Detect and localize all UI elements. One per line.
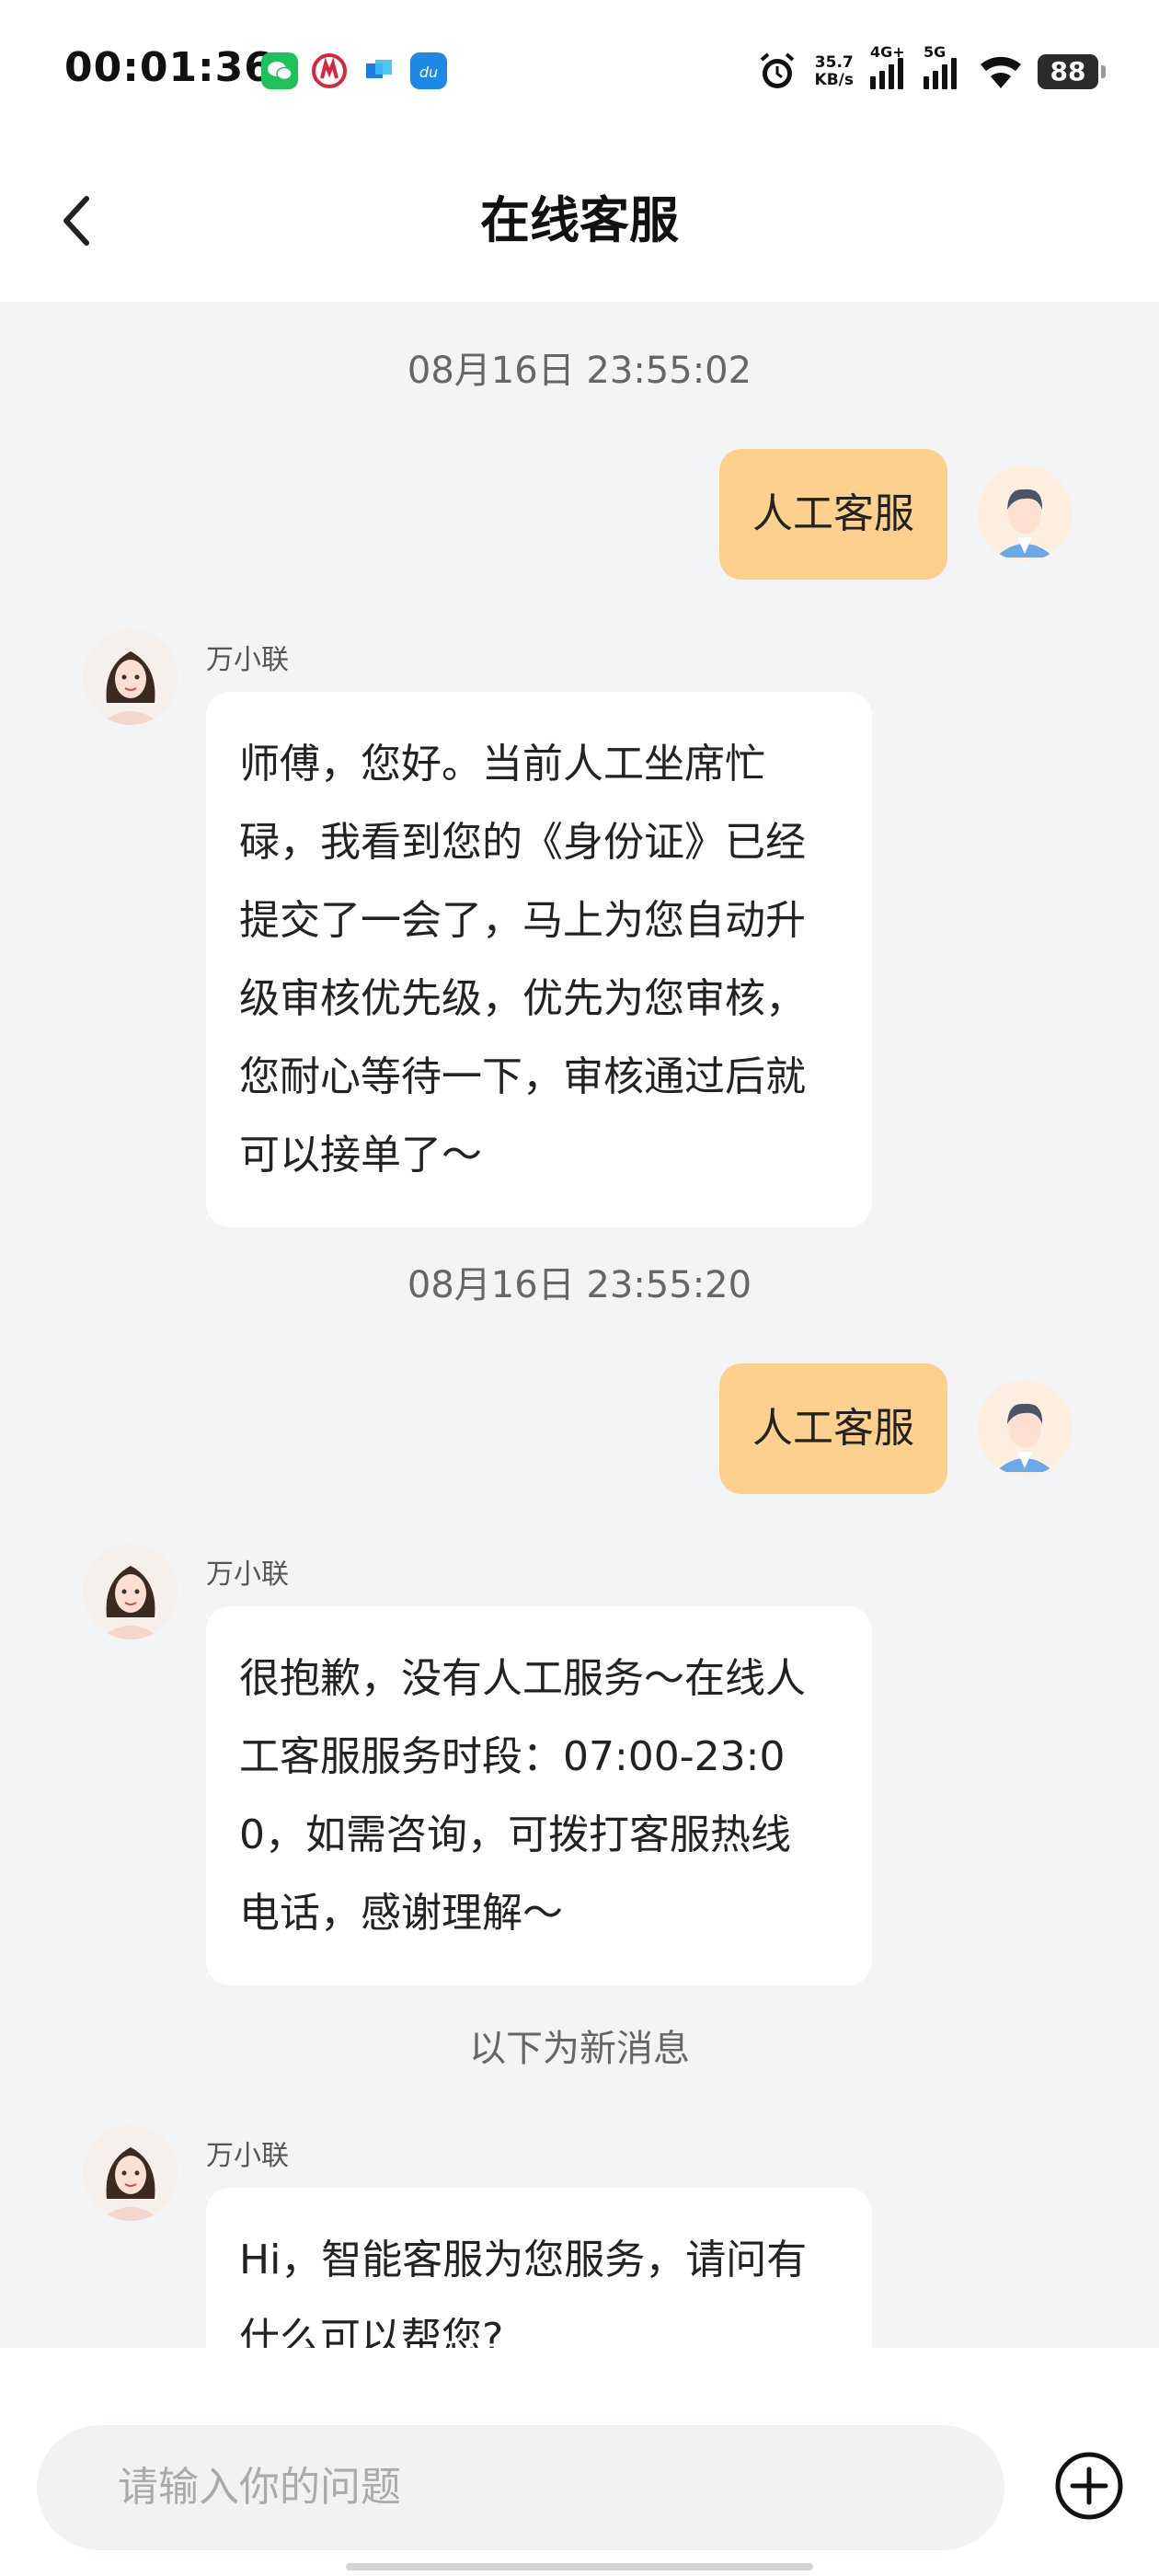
message-line: 工客服服务时段：07:00-23:0 [239, 1733, 786, 1780]
agent-name: 万小联 [206, 1558, 289, 1591]
wifi-icon [981, 56, 1021, 88]
status-time: 00:01:36 [64, 44, 273, 91]
app-du-icon: du [410, 52, 447, 89]
message-timestamp: 08月16日 23:55:02 [407, 350, 752, 392]
user-avatar[interactable] [977, 1380, 1073, 1476]
message-line: 碌，我看到您的《身份证》已经 [239, 819, 806, 866]
alarm-icon [760, 52, 794, 88]
message-line: 级审核优先级，优先为您审核， [239, 975, 806, 1022]
agent-message-bubble[interactable]: Hi，智能客服为您服务，请问有 什么可以帮您? [206, 2188, 872, 2348]
signal-icon: 4G+ [870, 43, 907, 89]
app-blue-icon [361, 52, 397, 89]
agent-message-bubble[interactable]: 很抱歉，没有人工服务～在线人 工客服服务时段：07:00-23:0 0，如需咨询… [206, 1606, 872, 1985]
status-right: 35.7 KB/s 4G+ 5G 88 [754, 43, 1106, 98]
user-avatar[interactable] [977, 466, 1073, 561]
page-title: 在线客服 [480, 191, 679, 249]
signal-tag-5g: 5G [924, 43, 947, 61]
app-red-icon [311, 52, 348, 89]
user-message-bubble[interactable]: 人工客服 [719, 449, 947, 580]
wechat-icon [261, 52, 298, 89]
agent-name: 万小联 [206, 644, 289, 676]
message-line: 提交了一会了，马上为您自动升 [239, 897, 806, 944]
nav-header: 在线客服 [0, 147, 1159, 302]
user-message-bubble[interactable]: 人工客服 [719, 1363, 947, 1494]
agent-message-bubble[interactable]: 师傅，您好。当前人工坐席忙 碌，我看到您的《身份证》已经 提交了一会了，马上为您… [206, 692, 872, 1227]
battery-indicator: 88 [1038, 54, 1106, 89]
message-line: 师傅，您好。当前人工坐席忙 [239, 741, 765, 788]
message-line: 很抱歉，没有人工服务～在线人 [239, 1655, 806, 1702]
message-line: 您耐心等待一下，审核通过后就 [239, 1053, 806, 1100]
message-line: Hi，智能客服为您服务，请问有 [239, 2237, 808, 2283]
message-input[interactable]: 请输入你的问题 [37, 2425, 1004, 2550]
signal-icon: 5G [924, 43, 960, 89]
message-timestamp: 08月16日 23:55:20 [407, 1264, 752, 1306]
signal-tag-4g: 4G+ [870, 43, 905, 61]
plus-circle-icon [1055, 2452, 1123, 2520]
agent-name: 万小联 [206, 2140, 289, 2172]
home-indicator[interactable] [346, 2563, 813, 2570]
message-line: 电话，感谢理解～ [239, 1890, 563, 1937]
net-speed-value: 35.7 [814, 53, 854, 72]
input-bar: 请输入你的问题 [0, 2348, 1159, 2576]
message-line: 什么可以帮您? [239, 2315, 504, 2348]
status-bar: 00:01:36 du 35.7 KB/s 4G+ 5G 88 [0, 0, 1159, 147]
agent-avatar[interactable] [83, 1544, 178, 1639]
agent-avatar[interactable] [83, 2125, 178, 2221]
chat-area[interactable]: 08月16日 23:55:02 人工客服 万小联 师傅，您好。当前人工坐席忙 碌… [0, 302, 1159, 2348]
new-messages-divider: 以下为新消息 [469, 2028, 690, 2070]
message-line: 0，如需咨询，可拨打客服热线 [239, 1811, 791, 1858]
net-speed: 35.7 KB/s [815, 54, 854, 89]
net-speed-unit: KB/s [814, 71, 854, 89]
message-line: 可以接单了～ [239, 1132, 482, 1179]
back-button[interactable] [53, 184, 109, 258]
svg-text:du: du [419, 63, 438, 81]
plus-button[interactable] [1054, 2451, 1124, 2521]
chevron-left-icon [63, 196, 89, 246]
agent-avatar[interactable] [83, 629, 178, 725]
